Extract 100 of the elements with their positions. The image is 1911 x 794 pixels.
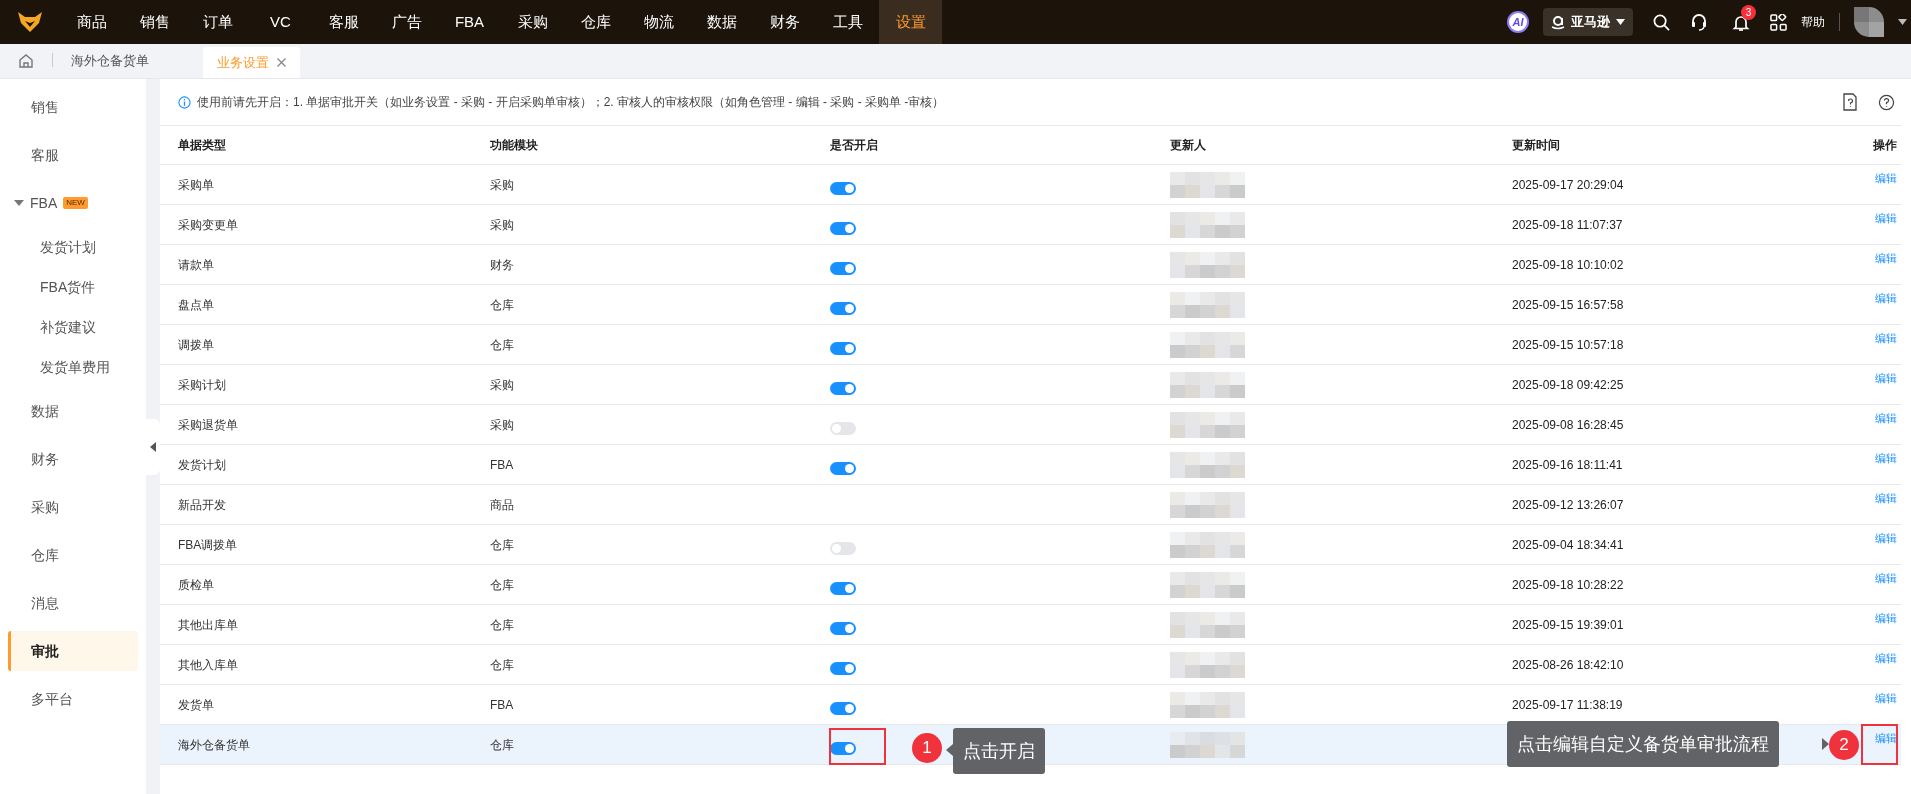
sidebar-item[interactable]: 数据 bbox=[8, 391, 138, 431]
highlight-frame bbox=[829, 728, 886, 765]
tooltip-pointer-icon bbox=[1822, 738, 1829, 750]
column-header: 功能模块 bbox=[490, 137, 539, 154]
table-cell: 商品 bbox=[490, 498, 514, 512]
table-cell: 仓库 bbox=[490, 538, 514, 552]
sidebar-item-label[interactable]: FBA bbox=[30, 192, 58, 214]
nav-item[interactable]: 工具 bbox=[816, 0, 879, 44]
callout-tooltip: 点击编辑自定义备货单审批流程 bbox=[1507, 721, 1779, 767]
tab[interactable]: 海外仓备货单 bbox=[53, 43, 167, 78]
fox-logo-icon[interactable] bbox=[17, 11, 43, 33]
table-cell: 采购 bbox=[490, 378, 514, 392]
sidebar-subitem[interactable]: FBA货件 bbox=[0, 267, 146, 307]
nav-item[interactable]: 采购 bbox=[501, 0, 564, 44]
toggle-switch[interactable] bbox=[830, 222, 856, 235]
nav-item[interactable]: 仓库 bbox=[564, 0, 627, 44]
table-cell: 新品开发 bbox=[178, 498, 226, 512]
toggle-switch[interactable] bbox=[830, 582, 856, 595]
nav-item[interactable]: 订单 bbox=[186, 0, 249, 44]
notice-text: 使用前请先开启：1. 单据审批开关（如业务设置 - 采购 - 开启采购单审核）；2. 审核人的审核权限（如角色管理 - 编辑 - 采购 - 采购单 -审核） bbox=[197, 94, 945, 111]
table-cell: 采购单 bbox=[178, 178, 214, 192]
table-cell: 采购变更单 bbox=[178, 218, 238, 232]
column-header: 更新人 bbox=[1170, 137, 1207, 154]
caret-down-icon[interactable] bbox=[1898, 19, 1907, 25]
document-help-icon[interactable] bbox=[1842, 93, 1858, 111]
table-cell: 2025-09-12 13:26:07 bbox=[1512, 498, 1624, 512]
table-cell: 仓库 bbox=[490, 578, 514, 592]
bell-icon[interactable] bbox=[1732, 14, 1750, 32]
toggle-switch[interactable] bbox=[830, 382, 856, 395]
sidebar-item[interactable]: 仓库 bbox=[8, 535, 138, 575]
sidebar-item[interactable]: 多平台 bbox=[8, 679, 138, 719]
sidebar-item[interactable]: 客服 bbox=[8, 135, 138, 175]
nav-item[interactable]: 广告 bbox=[375, 0, 438, 44]
home-icon[interactable] bbox=[18, 52, 34, 69]
toggle-switch[interactable] bbox=[830, 662, 856, 675]
table-cell: 2025-09-18 10:10:02 bbox=[1512, 258, 1624, 272]
search-icon[interactable] bbox=[1653, 13, 1670, 31]
table-cell: 仓库 bbox=[490, 658, 514, 672]
toggle-switch[interactable] bbox=[830, 702, 856, 715]
table-cell: 2025-09-18 10:28:22 bbox=[1512, 578, 1624, 592]
sidebar-subitem[interactable]: 补货建议 bbox=[0, 307, 146, 347]
table-cell: 仓库 bbox=[490, 618, 514, 632]
nav-item[interactable]: 商品 bbox=[60, 0, 123, 44]
toggle-switch[interactable] bbox=[830, 462, 856, 475]
caret-down-icon bbox=[1616, 19, 1625, 25]
table-cell: 2025-09-18 11:07:37 bbox=[1512, 218, 1623, 232]
table-cell: 2025-09-17 11:38:19 bbox=[1512, 698, 1623, 712]
nav-item[interactable]: 物流 bbox=[627, 0, 690, 44]
sidebar-item[interactable]: 采购 bbox=[8, 487, 138, 527]
toggle-switch[interactable] bbox=[830, 742, 856, 755]
help-link[interactable]: 帮助 bbox=[1801, 13, 1825, 31]
nav-item[interactable]: 设置 bbox=[879, 0, 942, 44]
toggle-switch[interactable] bbox=[830, 182, 856, 195]
highlight-frame bbox=[1861, 724, 1898, 765]
table-cell: 2025-09-08 16:28:45 bbox=[1512, 418, 1624, 432]
nav-item[interactable]: VC bbox=[249, 0, 312, 44]
toggle-switch[interactable] bbox=[830, 302, 856, 315]
toggle-switch[interactable] bbox=[830, 542, 856, 555]
avatar[interactable] bbox=[1854, 7, 1884, 37]
table-cell: 采购 bbox=[490, 218, 514, 232]
headset-icon[interactable] bbox=[1690, 13, 1708, 31]
table-cell: 2025-09-15 19:39:01 bbox=[1512, 618, 1624, 632]
apps-grid-icon[interactable] bbox=[1770, 13, 1787, 31]
column-header: 是否开启 bbox=[830, 137, 879, 154]
sidebar-subitem[interactable]: 发货计划 bbox=[0, 227, 146, 267]
close-icon[interactable] bbox=[277, 58, 286, 67]
toggle-switch[interactable] bbox=[830, 422, 856, 435]
table-cell: 2025-09-15 10:57:18 bbox=[1512, 338, 1624, 352]
table-cell: 采购 bbox=[490, 178, 514, 192]
table-cell: 2025-09-17 20:29:04 bbox=[1512, 178, 1624, 192]
toggle-switch[interactable] bbox=[830, 342, 856, 355]
table-cell: 2025-09-04 18:34:41 bbox=[1512, 538, 1624, 552]
column-header: 单据类型 bbox=[177, 137, 227, 154]
sidebar-item[interactable]: 财务 bbox=[8, 439, 138, 479]
table-cell: 发货计划 bbox=[178, 458, 226, 472]
toggle-switch[interactable] bbox=[830, 262, 856, 275]
table-cell: 盘点单 bbox=[178, 298, 214, 312]
sidebar-item[interactable]: 审批 bbox=[8, 631, 138, 671]
sidebar-subitem[interactable]: 发货单费用 bbox=[0, 347, 146, 387]
sidebar-item[interactable]: 销售 bbox=[8, 87, 138, 127]
store-selector[interactable]: 亚马逊 bbox=[1543, 8, 1633, 36]
column-header: 更新时间 bbox=[1512, 137, 1561, 154]
table-cell: 仓库 bbox=[490, 298, 514, 312]
toggle-switch[interactable] bbox=[830, 622, 856, 635]
table-cell: 2025-09-15 16:57:58 bbox=[1512, 298, 1624, 312]
sidebar-item[interactable]: 消息 bbox=[8, 583, 138, 623]
nav-item[interactable]: FBA bbox=[438, 0, 501, 44]
table-cell: 2025-08-26 18:42:10 bbox=[1512, 658, 1624, 672]
ai-button[interactable]: AI bbox=[1507, 11, 1529, 33]
help-icon[interactable] bbox=[1878, 93, 1895, 111]
nav-item[interactable]: 销售 bbox=[123, 0, 186, 44]
nav-item[interactable]: 客服 bbox=[312, 0, 375, 44]
nav-item[interactable]: 数据 bbox=[690, 0, 753, 44]
notification-badge: 3 bbox=[1741, 5, 1756, 20]
tooltip-pointer-icon bbox=[946, 744, 953, 756]
table-cell: 采购 bbox=[490, 418, 514, 432]
nav-item[interactable]: 财务 bbox=[753, 0, 816, 44]
table-cell: 发货单 bbox=[178, 698, 214, 712]
table-cell: 采购计划 bbox=[178, 378, 226, 392]
table-cell: 仓库 bbox=[490, 738, 514, 752]
